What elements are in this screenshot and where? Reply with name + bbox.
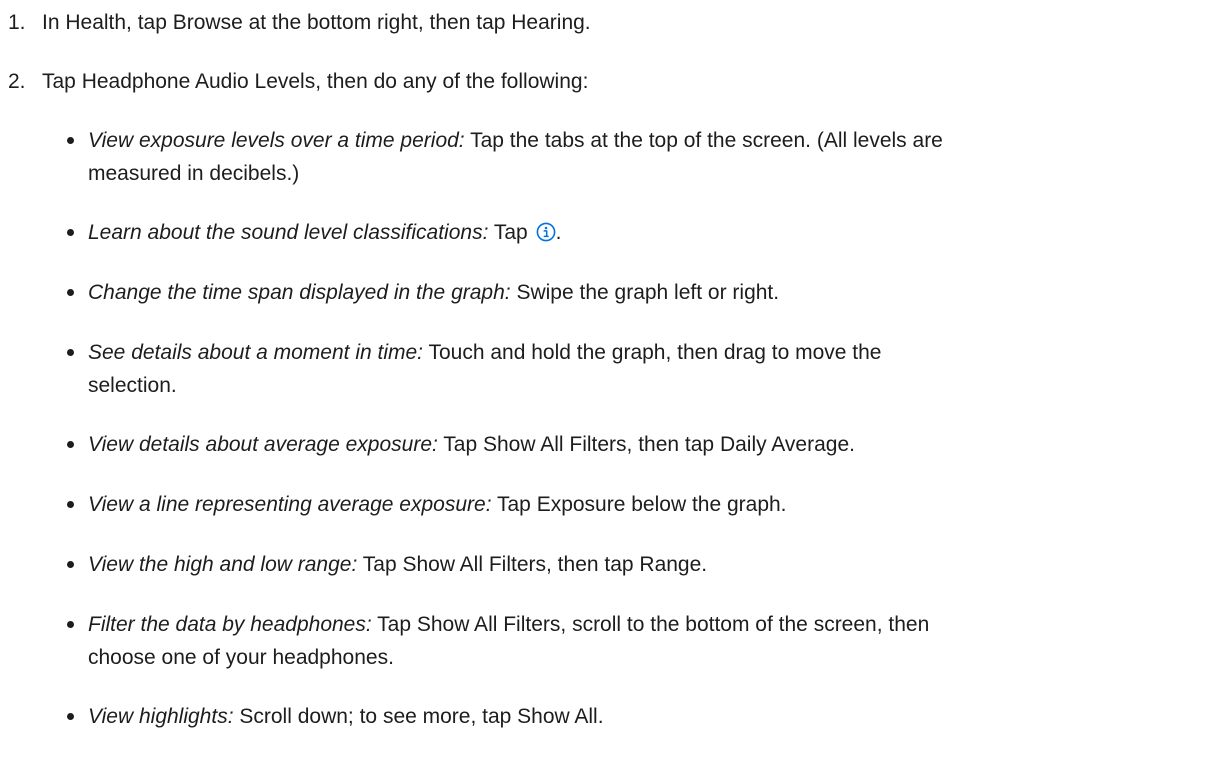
bullet-dot [67, 501, 74, 508]
bullet-dot [67, 349, 74, 356]
instructions-content: 1. In Health, tap Browse at the bottom r… [0, 0, 1218, 780]
item-label: View exposure levels over a time period: [88, 129, 465, 152]
step-number: 2. [8, 70, 26, 93]
item-label: View a line representing average exposur… [88, 493, 492, 516]
step-text: In Health, tap Browse at the bottom righ… [42, 11, 591, 34]
item-text-end: . [555, 221, 562, 244]
item-text-continued: measured in decibels.) [88, 162, 300, 185]
bullet-dot [67, 561, 74, 568]
item-label: Learn about the sound level classificati… [88, 221, 489, 244]
item-label: View highlights: [88, 705, 234, 728]
bullet-dot [67, 289, 74, 296]
item-label: View details about average exposure: [88, 433, 438, 456]
item-label: Change the time span displayed in the gr… [88, 281, 511, 304]
item-label: View the high and low range: [88, 553, 358, 576]
item-text-continued: selection. [88, 374, 177, 397]
item-text: Tap Show All Filters, then tap Daily Ave… [437, 433, 855, 456]
bullet-dot [67, 441, 74, 448]
item-text: Tap [488, 221, 534, 244]
item-text: Tap Show All Filters, then tap Range. [357, 553, 708, 576]
item-text: Tap the tabs at the top of the screen. (… [464, 129, 943, 152]
item-text: Tap Exposure below the graph. [491, 493, 787, 516]
item-text: Tap Show All Filters, scroll to the bott… [371, 613, 930, 636]
bullet-dot [67, 137, 74, 144]
bullet-dot [67, 229, 74, 236]
info-circle-icon[interactable] [536, 222, 556, 242]
bullet-dot [67, 621, 74, 628]
bullet-dot [67, 713, 74, 720]
item-label: Filter the data by headphones: [88, 613, 372, 636]
item-text: Touch and hold the graph, then drag to m… [423, 341, 882, 364]
step-text: Tap Headphone Audio Levels, then do any … [42, 70, 589, 93]
item-text-continued: choose one of your headphones. [88, 646, 394, 669]
item-label: See details about a moment in time: [88, 341, 424, 364]
step-number: 1. [8, 11, 26, 34]
item-text: Scroll down; to see more, tap Show All. [233, 705, 604, 728]
item-text: Swipe the graph left or right. [510, 281, 780, 304]
